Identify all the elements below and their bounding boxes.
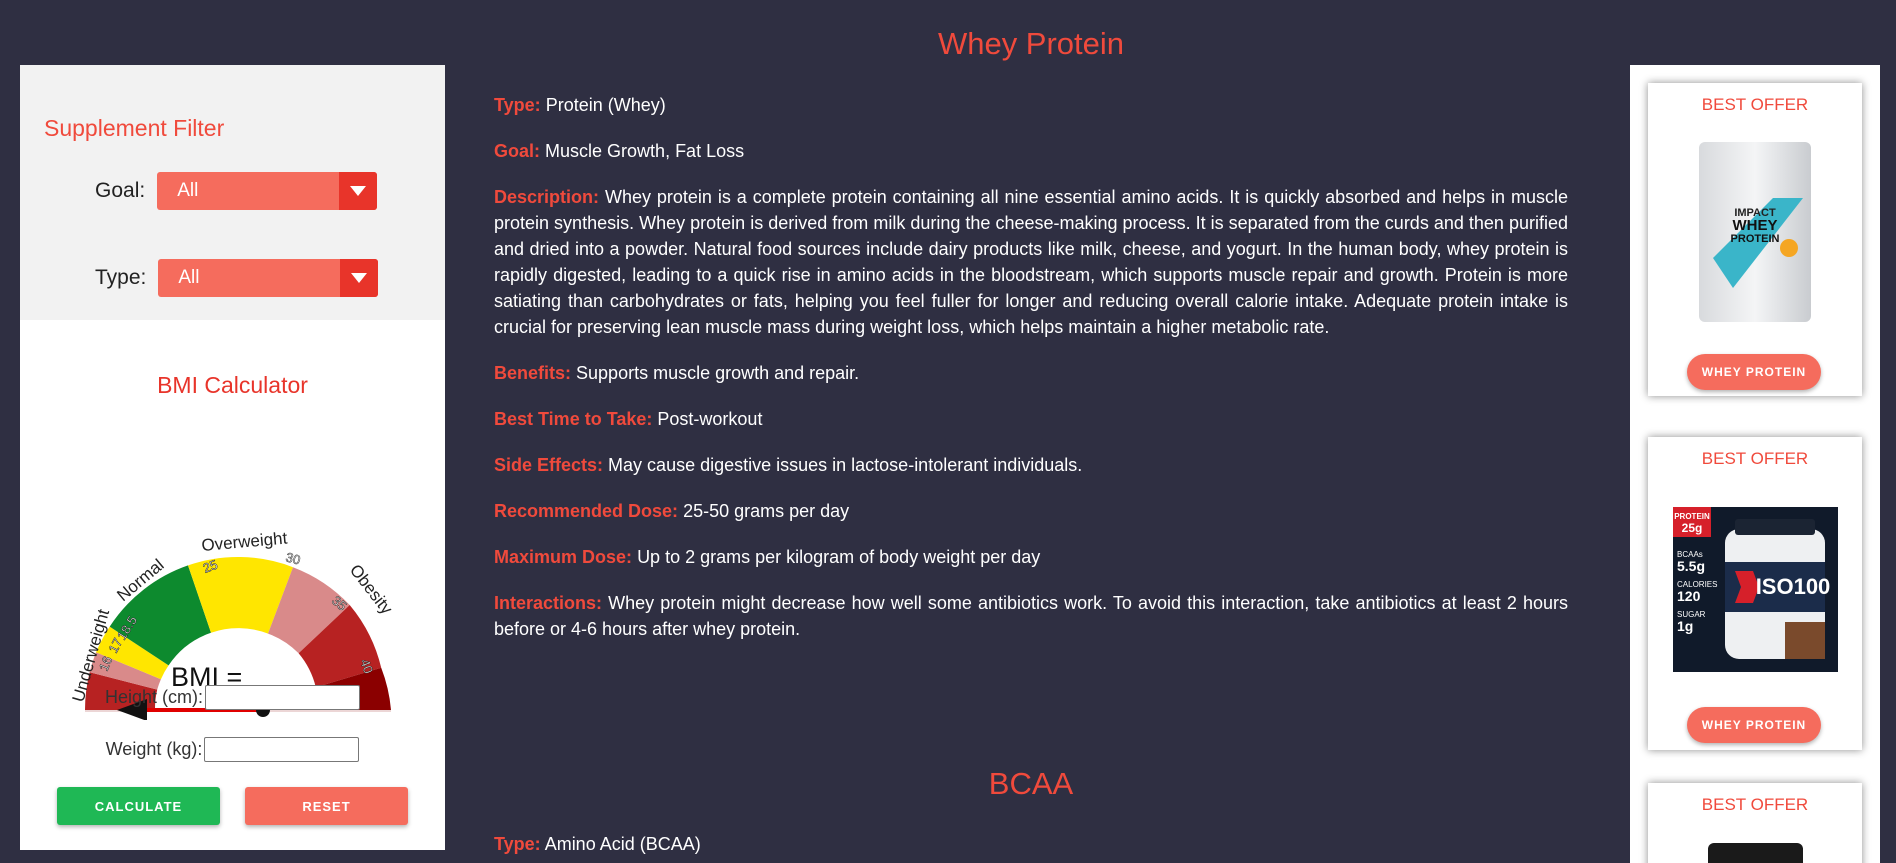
field-key: Recommended Dose: [494, 501, 679, 521]
iso100-product-image: PROTEIN 25g BCAAs 5.5g CALORIES 120 SUGA… [1673, 507, 1838, 672]
type-label: Type: [95, 266, 147, 289]
gauge-label-obesity: Obesity [346, 561, 397, 619]
bmi-calculator-title: BMI Calculator [157, 372, 308, 398]
calculate-button[interactable]: CALCULATE [57, 787, 220, 825]
field-value: Amino Acid (BCAA) [544, 834, 701, 854]
height-field-row: Height (cm): [20, 685, 445, 710]
height-label: Height (cm): [104, 687, 203, 707]
offer-title: BEST OFFER [1701, 95, 1809, 114]
goal-select[interactable]: All [157, 172, 378, 210]
field-key: Best Time to Take: [494, 409, 653, 429]
goal-select-value: All [177, 180, 199, 201]
whey-goal: Goal: Muscle Growth, Fat Loss [494, 138, 1568, 164]
product-image [1708, 843, 1803, 863]
field-key: Description: [494, 187, 600, 207]
whey-protein-product-image: IMPACT WHEY PROTEIN [1699, 142, 1811, 322]
svg-text:1g: 1g [1677, 618, 1693, 634]
field-key: Type: [494, 834, 541, 854]
field-key: Benefits: [494, 363, 572, 383]
supplement-filter-panel: Supplement Filter Goal: All Type: All [20, 65, 445, 320]
type-filter-row: Type: All [95, 259, 379, 297]
weight-input[interactable] [204, 737, 360, 762]
whey-benefits: Benefits: Supports muscle growth and rep… [494, 360, 1568, 386]
offer-button-whey-protein[interactable]: WHEY PROTEIN [1687, 354, 1821, 390]
svg-text:PROTEIN: PROTEIN [1674, 512, 1710, 521]
svg-text:PROTEIN: PROTEIN [1731, 233, 1780, 245]
whey-maximum-dose: Maximum Dose: Up to 2 grams per kilogram… [494, 544, 1568, 570]
pack-label: ISO100 [1756, 574, 1831, 599]
reset-button[interactable]: RESET [245, 787, 408, 825]
svg-text:25g: 25g [1682, 521, 1703, 535]
field-key: Interactions: [494, 593, 603, 613]
offer-title: BEST OFFER [1701, 449, 1809, 468]
offer-card: BEST OFFER [1648, 783, 1862, 863]
chevron-down-icon[interactable] [340, 259, 379, 297]
bcaa-type: Type: Amino Acid (BCAA) [494, 831, 1568, 857]
offers-sidebar: BEST OFFER IMPACT WHEY PROTEIN WHEY PROT… [1630, 65, 1880, 863]
field-value: Whey protein might decrease how well som… [494, 593, 1568, 639]
weight-field-row: Weight (kg): [20, 737, 445, 762]
gauge-label-overweight: Overweight [201, 529, 289, 555]
field-value: Supports muscle growth and repair. [576, 363, 860, 383]
height-input[interactable] [205, 685, 360, 710]
field-value: Protein (Whey) [545, 95, 666, 115]
type-select[interactable]: All [158, 259, 379, 297]
section-title-bcaa: BCAA [988, 766, 1074, 801]
bmi-gauge: Underweight Normal Overweight Obesity 16… [69, 529, 397, 720]
offer-button-whey-protein[interactable]: WHEY PROTEIN [1687, 707, 1821, 743]
svg-text:120: 120 [1677, 588, 1701, 604]
filter-title: Supplement Filter [44, 115, 225, 141]
whey-best-time: Best Time to Take: Post-workout [494, 406, 1568, 432]
whey-type: Type: Protein (Whey) [494, 92, 1568, 118]
sidebar: Supplement Filter Goal: All Type: All BM… [20, 65, 445, 850]
type-select-value: All [178, 267, 200, 288]
svg-text:5.5g: 5.5g [1677, 558, 1705, 574]
svg-text:WHEY: WHEY [1733, 217, 1778, 234]
whey-interactions: Interactions: Whey protein might decreas… [494, 590, 1568, 642]
field-value: 25-50 grams per day [683, 501, 850, 521]
whey-side-effects: Side Effects: May cause digestive issues… [494, 452, 1568, 478]
offer-title: BEST OFFER [1701, 795, 1809, 814]
gauge-tick-30: 30 [284, 549, 302, 567]
field-key: Side Effects: [494, 455, 604, 475]
field-key: Maximum Dose: [494, 547, 633, 567]
field-value: May cause digestive issues in lactose-in… [608, 455, 1083, 475]
goal-filter-row: Goal: All [95, 172, 378, 210]
field-key: Goal: [494, 141, 541, 161]
whey-recommended-dose: Recommended Dose: 25-50 grams per day [494, 498, 1568, 524]
offer-card: BEST OFFER PROTEIN 25g BCAAs 5.5g CALORI… [1648, 437, 1862, 750]
field-value: Muscle Growth, Fat Loss [545, 141, 745, 161]
offer-card: BEST OFFER IMPACT WHEY PROTEIN WHEY PROT… [1648, 83, 1862, 396]
field-value: Post-workout [657, 409, 763, 429]
field-value: Whey protein is a complete protein conta… [494, 187, 1568, 337]
section-title-whey: Whey Protein [937, 26, 1125, 61]
weight-label: Weight (kg): [105, 739, 203, 759]
field-value: Up to 2 grams per kilogram of body weigh… [637, 547, 1041, 567]
whey-description: Description: Whey protein is a complete … [494, 184, 1568, 340]
goal-label: Goal: [95, 179, 146, 202]
chevron-down-icon[interactable] [339, 172, 378, 210]
field-key: Type: [494, 95, 541, 115]
